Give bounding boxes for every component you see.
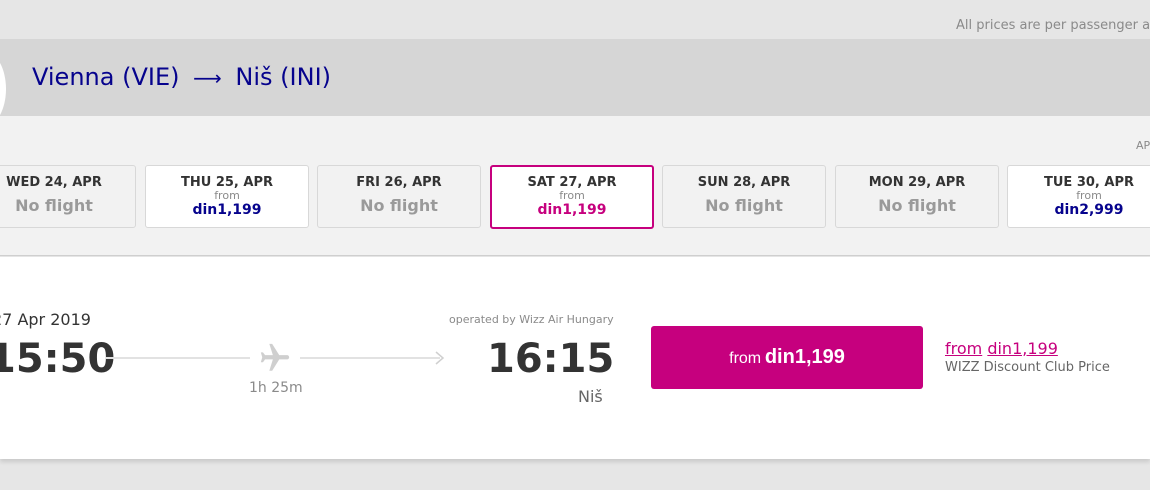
club-price-caption: WIZZ Discount Club Price: [945, 360, 1110, 375]
date-card-from: from: [1076, 189, 1102, 202]
date-card-sat-27[interactable]: SAT 27, APR from din1,199: [490, 165, 654, 229]
date-card-price: din1,199: [192, 202, 262, 218]
operated-by: operated by Wizz Air Hungary: [449, 313, 614, 326]
date-card-from: from: [559, 189, 585, 202]
date-card-day: MON 29, APR: [868, 175, 966, 190]
plane-icon: [260, 343, 290, 371]
no-flight-label: No flight: [878, 196, 956, 215]
no-flight-label: No flight: [15, 196, 93, 215]
route-header: Vienna (VIE) ⟶ Niš (INI): [0, 39, 1150, 127]
date-card-mon-29[interactable]: MON 29, APR No flight: [835, 165, 999, 228]
no-flight-label: No flight: [705, 196, 783, 215]
date-card-day: TUE 30, APR: [1044, 175, 1134, 190]
club-price-link[interactable]: din1,199: [987, 339, 1058, 358]
date-card-day: SUN 28, APR: [697, 175, 791, 190]
club-price-line: from din1,199: [945, 339, 1058, 358]
flight-duration: 1h 25m: [249, 380, 303, 396]
select-fare-button[interactable]: from din1,199: [651, 326, 923, 389]
date-card-from: from: [214, 189, 240, 202]
date-card-price: din2,999: [1054, 202, 1124, 218]
origin-label: Vienna (VIE): [32, 63, 180, 91]
arrival-city: Niš: [578, 387, 603, 406]
date-card-day: SAT 27, APR: [527, 175, 617, 190]
date-card-day: THU 25, APR: [181, 175, 273, 190]
departure-date: 27 Apr 2019: [0, 310, 91, 329]
date-card-tue-30[interactable]: TUE 30, APR from din2,999: [1007, 165, 1150, 228]
date-card-fri-26[interactable]: FRI 26, APR No flight: [317, 165, 481, 228]
arrival-time: 16:15: [487, 336, 615, 382]
route-line-left: [106, 357, 250, 359]
button-price: din1,199: [764, 346, 845, 368]
departure-time: 15:50: [0, 336, 116, 382]
arrow-right-icon: [435, 351, 445, 365]
date-selector: AP WED 24, APR No flight THU 25, APR fro…: [0, 116, 1150, 256]
no-flight-label: No flight: [360, 196, 438, 215]
date-card-day: WED 24, APR: [6, 175, 102, 190]
route-title: Vienna (VIE) ⟶ Niš (INI): [32, 63, 331, 91]
route-arrow-icon: ⟶: [193, 66, 222, 90]
destination-label: Niš (INI): [235, 63, 332, 91]
date-card-sun-28[interactable]: SUN 28, APR No flight: [662, 165, 826, 228]
date-card-wed-24[interactable]: WED 24, APR No flight: [0, 165, 136, 228]
route-line-right: [300, 357, 440, 359]
date-card-day: FRI 26, APR: [356, 175, 442, 190]
date-card-price: din1,199: [537, 202, 607, 218]
price-notice: All prices are per passenger and: [956, 18, 1150, 33]
date-card-thu-25[interactable]: THU 25, APR from din1,199: [145, 165, 309, 228]
button-from-label: from: [729, 350, 762, 367]
flight-result-card: 27 Apr 2019 15:50 1h 25m operated by Wiz…: [0, 257, 1150, 459]
club-from-link[interactable]: from: [945, 339, 982, 358]
month-label: AP: [1136, 139, 1150, 152]
